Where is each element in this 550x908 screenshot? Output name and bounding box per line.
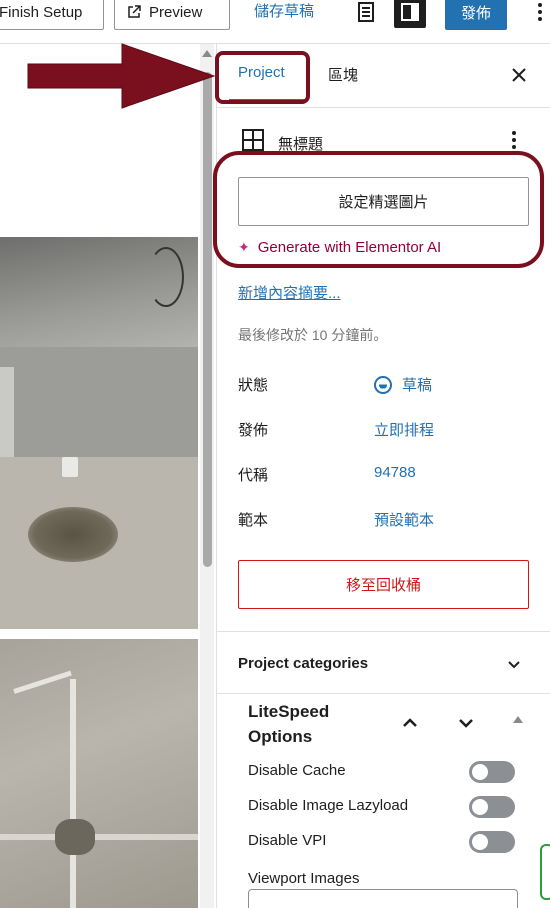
trash-label: 移至回收桶 bbox=[345, 577, 421, 594]
project-categories-panel[interactable]: Project categories bbox=[238, 655, 368, 672]
last-modified-text: 最後修改於 10 分鐘前。 bbox=[238, 327, 388, 343]
meta-status-row: 狀態 草稿 bbox=[238, 374, 538, 398]
construction-photo-conduits[interactable] bbox=[0, 639, 198, 908]
editor-root: Finish Setup Preview 儲存草稿 發佈 Project 區塊 … bbox=[0, 0, 550, 908]
disable-lazyload-toggle[interactable] bbox=[469, 796, 515, 818]
meta-template-row: 範本 預設範本 bbox=[238, 509, 538, 533]
section-divider bbox=[217, 693, 550, 694]
annotation-highlight-featured-image bbox=[213, 151, 544, 268]
meta-publish-row: 發佈 立即排程 bbox=[238, 419, 538, 443]
chevron-down-icon[interactable] bbox=[505, 656, 523, 674]
move-down-chevron-icon[interactable] bbox=[455, 712, 477, 734]
preview-button[interactable]: Preview bbox=[114, 0, 230, 30]
finish-setup-label: Finish Setup bbox=[0, 3, 83, 21]
post-actions-icon[interactable] bbox=[507, 128, 521, 152]
status-value-text: 草稿 bbox=[402, 377, 433, 394]
disable-cache-label: Disable Cache bbox=[248, 762, 346, 779]
template-label: 範本 bbox=[238, 512, 269, 529]
move-to-trash-button[interactable]: 移至回收桶 bbox=[238, 560, 529, 609]
slug-label: 代稱 bbox=[238, 467, 269, 484]
annotation-arrow-icon bbox=[27, 43, 216, 109]
publish-date-label: 發佈 bbox=[238, 422, 269, 439]
document-overview-icon[interactable] bbox=[350, 0, 382, 28]
status-label: 狀態 bbox=[238, 377, 269, 394]
more-options-icon[interactable] bbox=[524, 0, 550, 28]
draft-status-icon bbox=[374, 375, 392, 394]
layout-grid-icon bbox=[242, 129, 264, 151]
preview-label: Preview bbox=[149, 3, 203, 21]
publish-button[interactable]: 發佈 bbox=[445, 0, 507, 30]
option-disable-lazyload: Disable Image Lazyload bbox=[248, 796, 518, 821]
disable-vpi-label: Disable VPI bbox=[248, 832, 327, 849]
scroll-thumb[interactable] bbox=[203, 72, 212, 567]
construction-photo-room[interactable] bbox=[0, 237, 198, 629]
editor-canvas[interactable] bbox=[0, 44, 198, 908]
finish-setup-button[interactable]: Finish Setup bbox=[0, 0, 104, 30]
tab-block[interactable]: 區塊 bbox=[328, 64, 358, 85]
viewport-images-label: Viewport Images bbox=[248, 870, 360, 887]
external-link-icon bbox=[128, 5, 141, 18]
status-value[interactable]: 草稿 bbox=[374, 374, 432, 395]
viewport-images-field[interactable] bbox=[248, 889, 518, 908]
move-up-chevron-icon[interactable] bbox=[399, 712, 421, 734]
close-icon[interactable] bbox=[508, 64, 530, 86]
slug-value[interactable]: 94788 bbox=[374, 464, 416, 481]
publish-date-value[interactable]: 立即排程 bbox=[374, 419, 434, 440]
canvas-scrollbar[interactable] bbox=[200, 44, 214, 908]
disable-vpi-toggle[interactable] bbox=[469, 831, 515, 853]
option-disable-cache: Disable Cache bbox=[248, 761, 518, 786]
sidebar-toggle-icon[interactable] bbox=[394, 0, 426, 28]
option-disable-vpi: Disable VPI bbox=[248, 831, 518, 856]
publish-label: 發佈 bbox=[460, 4, 491, 22]
add-excerpt-link[interactable]: 新增內容摘要... bbox=[238, 282, 341, 303]
top-toolbar: Finish Setup Preview 儲存草稿 發佈 bbox=[0, 0, 550, 44]
meta-slug-row: 代稱 94788 bbox=[238, 464, 538, 488]
annotation-highlight-project-tab bbox=[215, 51, 310, 104]
save-draft-button[interactable]: 儲存草稿 bbox=[254, 0, 314, 21]
floating-widget-edge[interactable] bbox=[540, 844, 550, 900]
collapse-panel-icon[interactable] bbox=[513, 716, 523, 723]
disable-cache-toggle[interactable] bbox=[469, 761, 515, 783]
litespeed-options-title: LiteSpeed Options bbox=[248, 702, 330, 746]
section-divider bbox=[217, 631, 550, 632]
template-value[interactable]: 預設範本 bbox=[374, 509, 434, 530]
disable-lazyload-label: Disable Image Lazyload bbox=[248, 797, 409, 814]
